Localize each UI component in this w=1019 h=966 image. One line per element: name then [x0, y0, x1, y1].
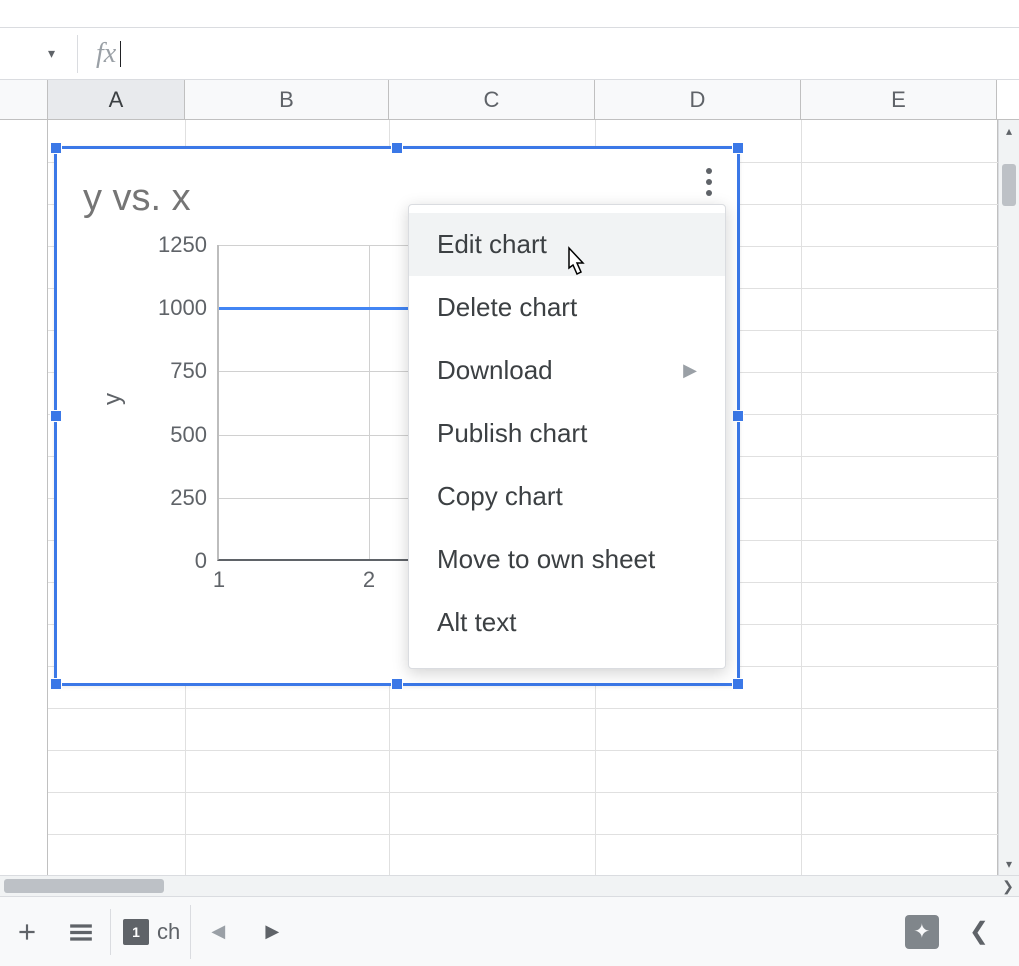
- xtick: 1: [213, 567, 225, 593]
- menu-item-label: Copy chart: [437, 481, 563, 512]
- formula-input[interactable]: [121, 28, 1019, 79]
- chart-title: y vs. x: [83, 177, 191, 220]
- tab-badge-count: 1: [132, 924, 140, 940]
- sheet-tab-label: ch: [157, 919, 180, 945]
- menu-item-label: Delete chart: [437, 292, 577, 323]
- ytick: 250: [170, 485, 207, 511]
- resize-handle-bottom-mid[interactable]: [391, 678, 403, 690]
- row-header-column[interactable]: [0, 120, 48, 875]
- sheet-nav-right-button[interactable]: ▶: [245, 905, 299, 959]
- ytick: 750: [170, 358, 207, 384]
- menu-item-label: Publish chart: [437, 418, 587, 449]
- resize-handle-bottom-right[interactable]: [732, 678, 744, 690]
- menu-item-copy-chart[interactable]: Copy chart: [409, 465, 725, 528]
- column-header-e[interactable]: E: [801, 80, 997, 119]
- resize-handle-mid-left[interactable]: [50, 410, 62, 422]
- menu-item-edit-chart[interactable]: Edit chart: [409, 213, 725, 276]
- scrollbar-thumb[interactable]: [4, 879, 164, 893]
- column-header-b[interactable]: B: [185, 80, 389, 119]
- sheet-tab[interactable]: 1 ch: [113, 905, 191, 959]
- resize-handle-top-mid[interactable]: [391, 142, 403, 154]
- menu-item-delete-chart[interactable]: Delete chart: [409, 276, 725, 339]
- name-box-dropdown[interactable]: ▾: [38, 41, 65, 66]
- resize-handle-top-right[interactable]: [732, 142, 744, 154]
- chart-y-axis-label: y: [99, 393, 127, 405]
- comment-count-icon: 1: [123, 919, 149, 945]
- chart-more-options-icon[interactable]: [695, 163, 723, 201]
- horizontal-scrollbar[interactable]: ❯: [0, 875, 1019, 896]
- menu-item-label: Move to own sheet: [437, 544, 655, 575]
- menu-item-label: Alt text: [437, 607, 516, 638]
- sheet-nav-left-button[interactable]: ◀: [191, 905, 245, 959]
- menu-item-download[interactable]: Download ▶: [409, 339, 725, 402]
- scrollbar-thumb[interactable]: [1002, 164, 1016, 206]
- xtick: 2: [363, 567, 375, 593]
- scrollbar-track[interactable]: [999, 142, 1019, 853]
- scroll-up-arrow-icon[interactable]: ▴: [999, 120, 1019, 142]
- ytick: 1000: [158, 295, 207, 321]
- column-header-c[interactable]: C: [389, 80, 595, 119]
- add-sheet-button[interactable]: [0, 905, 54, 959]
- toolbar-top-fragment: [0, 0, 1019, 28]
- resize-handle-bottom-left[interactable]: [50, 678, 62, 690]
- menu-item-publish-chart[interactable]: Publish chart: [409, 402, 725, 465]
- side-panel-toggle-icon[interactable]: ❮: [969, 917, 989, 946]
- column-header-d[interactable]: D: [595, 80, 801, 119]
- explore-icon[interactable]: [905, 915, 939, 949]
- column-header-a[interactable]: A: [48, 80, 185, 119]
- sheet-tab-bar: 1 ch ◀ ▶ ❮: [0, 896, 1019, 966]
- formula-bar: ▾ fx: [0, 28, 1019, 80]
- all-sheets-button[interactable]: [54, 905, 108, 959]
- vertical-scrollbar[interactable]: ▴ ▾: [998, 120, 1019, 875]
- select-all-corner[interactable]: [0, 80, 48, 119]
- resize-handle-top-left[interactable]: [50, 142, 62, 154]
- ytick: 500: [170, 422, 207, 448]
- scroll-right-arrow-icon[interactable]: ❯: [997, 878, 1019, 895]
- fx-label: fx: [96, 38, 116, 70]
- column-headers: A B C D E: [0, 80, 1019, 120]
- chart-context-menu: Edit chart Delete chart Download ▶ Publi…: [408, 204, 726, 669]
- ytick: 1250: [158, 232, 207, 258]
- formula-bar-separator: [77, 35, 78, 73]
- menu-item-label: Download: [437, 355, 553, 386]
- resize-handle-mid-right[interactable]: [732, 410, 744, 422]
- ytick: 0: [195, 548, 207, 574]
- menu-item-label: Edit chart: [437, 229, 547, 260]
- menu-item-move-to-own-sheet[interactable]: Move to own sheet: [409, 528, 725, 591]
- scroll-down-arrow-icon[interactable]: ▾: [999, 853, 1019, 875]
- menu-item-alt-text[interactable]: Alt text: [409, 591, 725, 654]
- separator: [110, 909, 111, 955]
- submenu-arrow-icon: ▶: [683, 360, 697, 381]
